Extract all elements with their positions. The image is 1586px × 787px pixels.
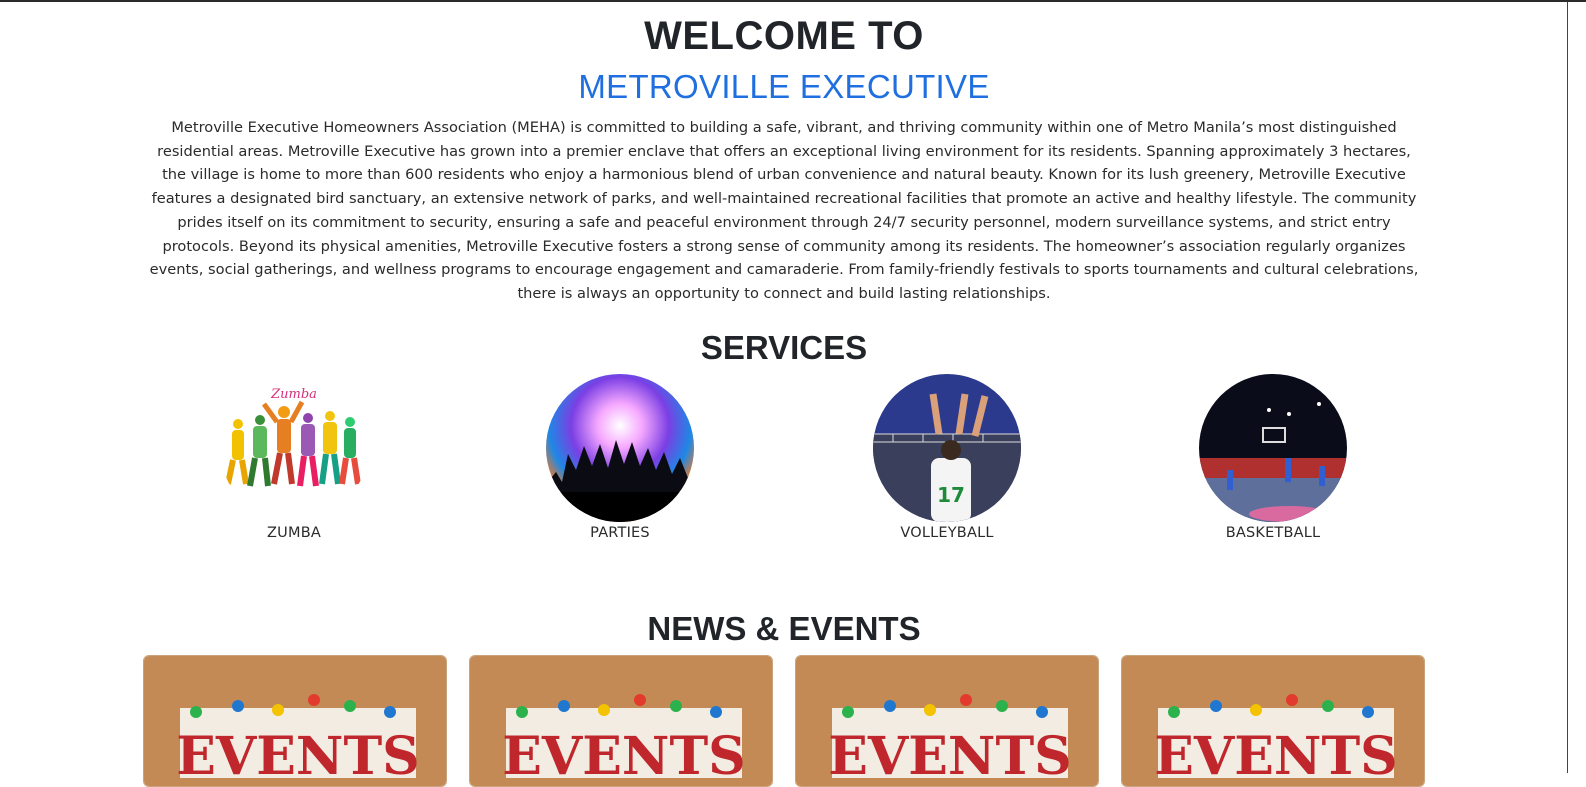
service-label: PARTIES bbox=[590, 525, 650, 541]
event-card[interactable]: EVENTS bbox=[795, 655, 1099, 787]
events-image: EVENTS bbox=[470, 656, 772, 786]
parties-image bbox=[546, 374, 694, 522]
events-image-text: EVENTS bbox=[1154, 726, 1397, 786]
window-top-border bbox=[0, 0, 1586, 2]
volleyball-image: 17 bbox=[873, 374, 1021, 522]
events-image: EVENTS bbox=[796, 656, 1098, 786]
service-zumba[interactable]: Zumba ZUMBA bbox=[219, 374, 369, 541]
intro-paragraph: Metroville Executive Homeowners Associat… bbox=[149, 119, 1419, 302]
service-parties[interactable]: PARTIES bbox=[545, 374, 695, 541]
welcome-heading: WELCOME TO bbox=[644, 14, 924, 58]
scrollbar-thumb[interactable] bbox=[1572, 10, 1581, 250]
events-image: EVENTS bbox=[1122, 656, 1424, 786]
events-image-text: EVENTS bbox=[828, 726, 1071, 786]
zumba-image-text: Zumba bbox=[270, 387, 317, 402]
service-volleyball[interactable]: 17 VOLLEYBALL bbox=[872, 374, 1022, 541]
page-scrollbar[interactable] bbox=[1567, 2, 1586, 773]
events-image-text: EVENTS bbox=[176, 726, 419, 786]
services-heading: SERVICES bbox=[700, 329, 868, 366]
service-basketball[interactable]: BASKETBALL bbox=[1198, 374, 1348, 541]
news-events-heading: NEWS & EVENTS bbox=[647, 610, 921, 647]
brand-heading: METROVILLE EXECUTIVE bbox=[578, 68, 990, 105]
events-image: EVENTS bbox=[144, 656, 446, 786]
event-card[interactable]: EVENTS bbox=[469, 655, 773, 787]
service-label: BASKETBALL bbox=[1225, 525, 1321, 541]
event-card[interactable]: EVENTS bbox=[143, 655, 447, 787]
service-label: ZUMBA bbox=[267, 525, 321, 541]
event-card[interactable]: EVENTS bbox=[1121, 655, 1425, 787]
jersey-number: 17 bbox=[937, 483, 965, 507]
events-image-text: EVENTS bbox=[502, 726, 745, 786]
zumba-image: Zumba bbox=[220, 374, 368, 522]
basketball-image bbox=[1199, 374, 1347, 522]
service-label: VOLLEYBALL bbox=[900, 525, 994, 541]
